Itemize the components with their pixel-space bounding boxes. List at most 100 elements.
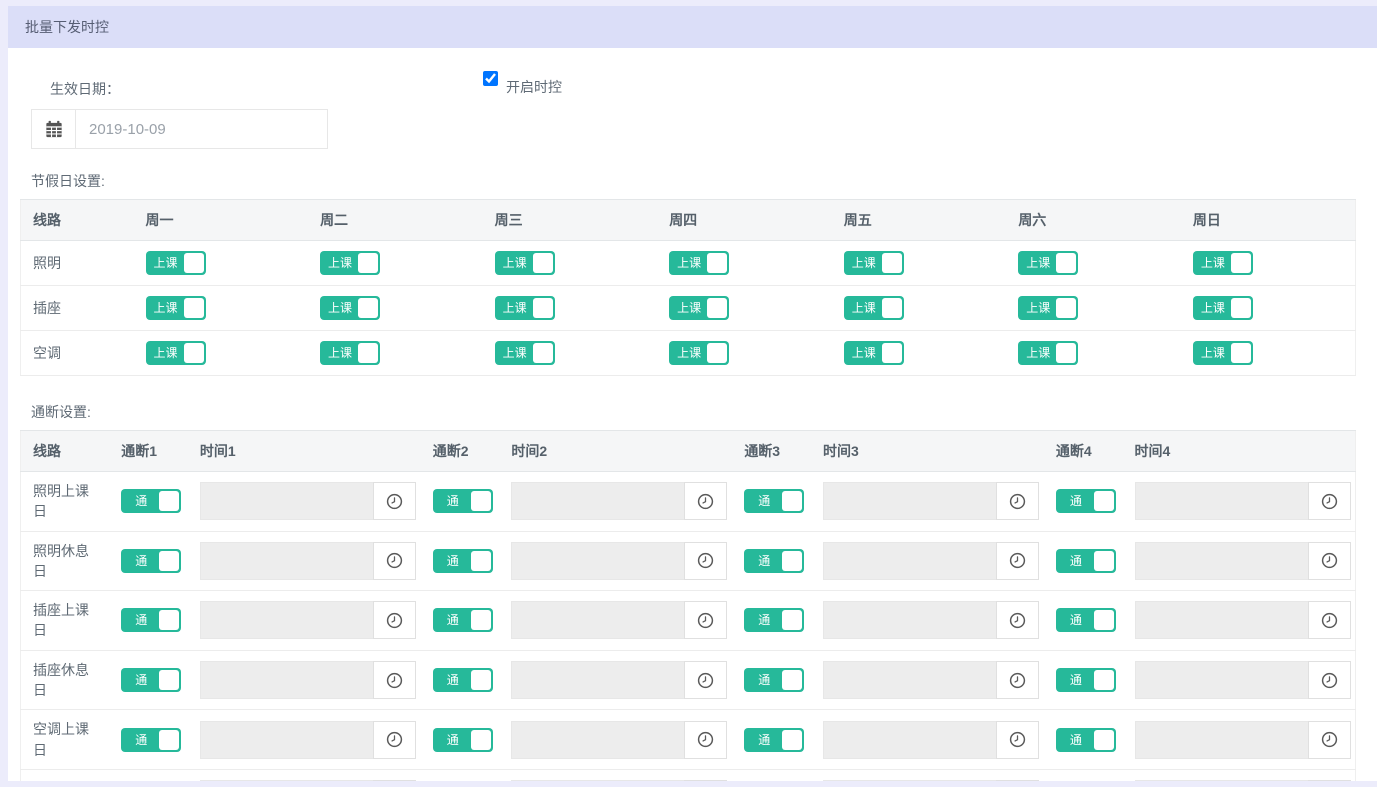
class-day-toggle[interactable]: 上课 [669,251,730,275]
time-input[interactable] [822,720,996,759]
time-picker-button[interactable] [684,482,728,521]
onoff-toggle[interactable]: 通 [121,489,182,514]
effective-date-input[interactable] [76,110,327,148]
time-picker-button[interactable] [995,720,1039,759]
clock-icon [698,732,714,748]
time-picker-button[interactable] [684,661,728,700]
toggle-on-label: 上课 [1200,256,1225,270]
onoff-toggle[interactable]: 通 [432,727,493,752]
time-input[interactable] [199,541,373,580]
time-picker-button[interactable] [1307,601,1351,640]
time-picker-button[interactable] [1307,661,1351,700]
time-picker-button[interactable] [1307,720,1351,759]
time-input-group [1134,601,1351,640]
class-day-toggle[interactable]: 上课 [843,251,904,275]
class-day-toggle[interactable]: 上课 [320,341,381,365]
onoff-toggle[interactable]: 通 [432,489,493,514]
time-input[interactable] [822,661,996,700]
onoff-toggle[interactable]: 通 [744,489,805,514]
onoff-toggle[interactable]: 通 [432,668,493,693]
time-input[interactable] [511,482,685,521]
onoff-toggle[interactable]: 通 [1055,727,1116,752]
time-input-group [511,541,728,580]
time-input[interactable] [199,720,373,759]
time-picker-button[interactable] [995,661,1039,700]
toggle-on-label: 上课 [1200,301,1225,315]
toggle-knob [1056,253,1077,273]
time-picker-button[interactable] [372,541,416,580]
class-day-toggle[interactable]: 上课 [145,341,206,365]
class-day-toggle[interactable]: 上课 [1018,251,1079,275]
class-day-toggle[interactable]: 上课 [1018,341,1079,365]
toggle-on-label: 通 [135,494,148,509]
onoff-toggle[interactable]: 通 [744,727,805,752]
onoff-toggle[interactable]: 通 [1055,608,1116,633]
class-day-toggle[interactable]: 上课 [843,296,904,320]
class-day-toggle[interactable]: 上课 [669,341,730,365]
time-input[interactable] [1134,720,1308,759]
time-input[interactable] [1134,601,1308,640]
time-input-group [1134,482,1351,521]
time-cell [810,531,1044,592]
effective-date-picker[interactable] [31,109,328,149]
time-picker-button[interactable] [1307,541,1351,580]
time-input[interactable] [511,541,685,580]
onoff-toggle[interactable]: 通 [744,548,805,573]
class-day-toggle[interactable]: 上课 [1192,296,1253,320]
time-input[interactable] [1134,541,1308,580]
clock-icon [1009,493,1026,509]
time-picker-button[interactable] [995,482,1039,521]
time-input[interactable] [199,661,373,700]
time-input[interactable] [822,482,996,521]
time-input[interactable] [1134,661,1308,700]
class-day-toggle[interactable]: 上课 [1192,341,1253,365]
class-day-toggle[interactable]: 上课 [494,251,555,275]
onoff-toggle[interactable]: 通 [744,608,805,633]
class-day-toggle[interactable]: 上课 [320,296,381,320]
time-picker-button[interactable] [372,720,416,759]
class-day-toggle[interactable]: 上课 [1018,296,1079,320]
time-input[interactable] [822,601,996,640]
time-picker-button[interactable] [684,601,728,640]
onoff-toggle[interactable]: 通 [432,548,493,573]
enable-time-control-group[interactable]: 开启时控 [483,71,562,95]
onoff-toggle[interactable]: 通 [121,608,182,633]
time-picker-button[interactable] [372,482,416,521]
time-input[interactable] [511,661,685,700]
onoff-toggle[interactable]: 通 [121,727,182,752]
onoff-toggle[interactable]: 通 [121,668,182,693]
class-day-toggle[interactable]: 上课 [843,341,904,365]
onoff-header-row: 线路 通断1 时间1 通断2 时间2 通断3 时间3 通断4 时间4 [20,430,1356,472]
time-input[interactable] [822,541,996,580]
holiday-table: 线路 周一 周二 周三 周四 周五 周六 周日 照明 上课 上课 上课 上课 上课 上课 上课 插座 上课 上课上… [20,199,1356,376]
time-input[interactable] [511,601,685,640]
time-picker-button[interactable] [1307,482,1351,521]
class-day-toggle[interactable]: 上课 [145,251,206,275]
toggle-knob [532,298,553,318]
onoff-toggle[interactable]: 通 [1055,548,1116,573]
onoff-toggle[interactable]: 通 [744,668,805,693]
time-input[interactable] [1134,482,1308,521]
onoff-toggle[interactable]: 通 [121,548,182,573]
enable-time-control-checkbox[interactable] [483,71,498,86]
time-picker-button[interactable] [995,601,1039,640]
class-day-toggle[interactable]: 上课 [145,296,206,320]
clock-icon [1321,612,1337,629]
class-day-toggle[interactable]: 上课 [669,296,730,320]
time-input[interactable] [199,601,373,640]
time-picker-button[interactable] [995,541,1039,580]
class-day-toggle[interactable]: 上课 [320,251,381,275]
class-day-toggle[interactable]: 上课 [494,296,555,320]
calendar-addon-button[interactable] [32,110,76,148]
class-day-toggle[interactable]: 上课 [494,341,555,365]
time-input[interactable] [199,482,373,521]
time-picker-button[interactable] [684,720,728,759]
time-picker-button[interactable] [372,601,416,640]
class-day-toggle[interactable]: 上课 [1192,251,1253,275]
onoff-toggle[interactable]: 通 [1055,668,1116,693]
time-picker-button[interactable] [684,541,728,580]
onoff-toggle[interactable]: 通 [432,608,493,633]
onoff-toggle[interactable]: 通 [1055,489,1116,514]
time-input[interactable] [511,720,685,759]
time-picker-button[interactable] [372,661,416,700]
